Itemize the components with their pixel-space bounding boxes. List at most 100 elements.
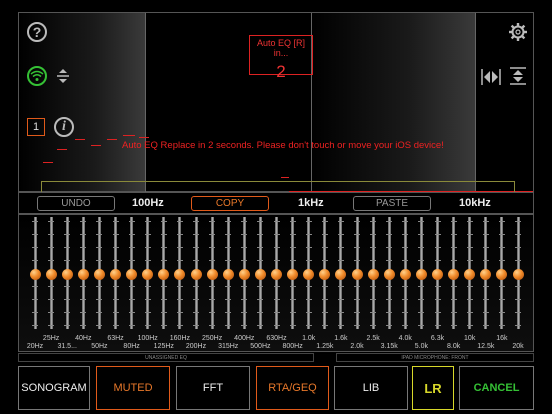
eq-slider-knob[interactable]	[238, 269, 250, 280]
eq-slider-tick	[241, 221, 248, 222]
eq-slider-tick	[321, 234, 328, 235]
eq-slider-tick	[48, 312, 55, 313]
eq-slider-knob[interactable]	[271, 269, 282, 280]
eq-slider-knob[interactable]	[254, 269, 266, 280]
eq-slider-knob[interactable]	[512, 269, 524, 280]
eq-slider-knob[interactable]	[174, 269, 186, 280]
eq-slider-knob[interactable]	[206, 269, 218, 280]
eq-slider-knob[interactable]	[480, 269, 492, 280]
eq-slider-knob[interactable]	[190, 269, 202, 280]
eq-slider-knob[interactable]	[383, 269, 395, 280]
eq-slider-tick	[386, 234, 393, 235]
eq-slider-tick	[289, 247, 296, 248]
eq-slider-knob[interactable]	[29, 269, 41, 280]
info-icon[interactable]: i	[54, 117, 74, 137]
eq-slider-tick	[515, 312, 521, 313]
eq-slider-tick	[402, 312, 409, 313]
eq-slider-tick	[176, 325, 183, 326]
eq-slider-tick	[273, 312, 280, 313]
eq-slider-tick	[482, 260, 489, 261]
eq-slider-tick	[80, 299, 87, 300]
muted-button[interactable]: MUTED	[96, 366, 170, 410]
lr-button[interactable]: LR	[412, 366, 454, 410]
eq-slider-tick	[386, 247, 393, 248]
eq-slider-tick	[48, 286, 55, 287]
eq-slider-knob[interactable]	[93, 269, 105, 280]
eq-slider-knob[interactable]	[287, 269, 299, 280]
rta-geq-button[interactable]: RTA/GEQ	[256, 366, 329, 410]
eq-slider-tick	[434, 221, 441, 222]
eq-slider-tick	[209, 325, 216, 326]
eq-slider-knob[interactable]	[142, 269, 154, 280]
sonogram-button[interactable]: SONOGRAM	[18, 366, 90, 410]
wifi-icon[interactable]	[27, 66, 47, 86]
eq-band-label: 1.6k	[334, 335, 348, 342]
eq-slider-tick	[354, 247, 360, 248]
eq-slider-tick	[128, 260, 135, 261]
eq-slider-tick	[96, 260, 103, 261]
eq-slider-tick	[305, 286, 312, 287]
eq-slider-knob[interactable]	[399, 269, 411, 280]
eq-slider-tick	[32, 312, 38, 313]
eq-slider-knob[interactable]	[351, 269, 363, 280]
eq-slider-tick	[354, 312, 360, 313]
eq-slider-tick	[337, 247, 344, 248]
eq-slider-tick	[498, 247, 505, 248]
eq-slider-tick	[96, 247, 103, 248]
eq-slider-knob[interactable]	[415, 269, 427, 280]
copy-button[interactable]: COPY	[191, 196, 269, 211]
paste-button[interactable]: PASTE	[353, 196, 431, 211]
eq-band-label: 315Hz	[218, 343, 239, 350]
eq-slider-knob[interactable]	[77, 269, 89, 280]
eq-slider-tick	[209, 221, 216, 222]
spectrum-mark	[107, 139, 117, 140]
eq-slider-knob[interactable]	[432, 269, 443, 280]
channel-number[interactable]: 1	[27, 118, 45, 136]
eq-slider-tick	[386, 260, 393, 261]
eq-slider-knob[interactable]	[496, 269, 508, 280]
eq-slider-tick	[80, 221, 87, 222]
eq-slider-tick	[289, 221, 296, 222]
eq-slider-tick	[144, 221, 151, 222]
eq-slider-knob[interactable]	[448, 269, 460, 280]
eq-band-label: 20Hz	[26, 343, 44, 350]
eq-slider-knob[interactable]	[367, 269, 379, 280]
eq-slider-knob[interactable]	[464, 269, 476, 280]
expand-horizontal-icon[interactable]	[480, 67, 502, 87]
eq-slider-tick	[337, 312, 344, 313]
eq-slider-tick	[209, 260, 216, 261]
eq-slider-knob[interactable]	[45, 269, 57, 280]
eq-slider-tick	[257, 221, 264, 222]
eq-toolbar: UNDO 100Hz COPY 1kHz PASTE 10kHz	[18, 192, 534, 214]
eq-slider-knob[interactable]	[126, 269, 138, 280]
eq-slider-tick	[225, 234, 232, 235]
eq-slider-knob[interactable]	[319, 269, 331, 280]
eq-slider-knob[interactable]	[303, 269, 315, 280]
eq-band-label: 400Hz	[234, 335, 255, 342]
eq-slider-tick	[64, 247, 71, 248]
lib-button[interactable]: LIB	[334, 366, 408, 410]
eq-slider-knob[interactable]	[61, 269, 73, 280]
eq-slider-tick	[418, 325, 425, 326]
eq-slider-knob[interactable]	[222, 269, 234, 280]
eq-slider-knob[interactable]	[158, 269, 170, 280]
eq-slider-tick	[498, 325, 505, 326]
fft-button[interactable]: FFT	[176, 366, 250, 410]
eq-slider-tick	[354, 299, 360, 300]
eq-band-label: 125Hz	[153, 343, 174, 350]
gear-icon[interactable]	[507, 21, 529, 43]
eq-slider-tick	[112, 260, 119, 261]
eq-slider-tick	[450, 234, 457, 235]
expand-vertical-icon[interactable]	[508, 66, 528, 86]
undo-button[interactable]: UNDO	[37, 196, 115, 211]
cancel-button[interactable]: CANCEL	[459, 366, 534, 410]
expand-vertical-icon[interactable]	[55, 67, 71, 85]
help-icon[interactable]: ?	[27, 22, 47, 42]
eq-band-label: 16k	[496, 335, 508, 342]
eq-slider-tick	[370, 260, 377, 261]
eq-slider-knob[interactable]	[335, 269, 347, 280]
eq-slider-tick	[498, 299, 505, 300]
eq-slider-knob[interactable]	[110, 269, 121, 280]
eq-slider-tick	[80, 325, 87, 326]
eq-band-label: 630Hz	[266, 335, 287, 342]
